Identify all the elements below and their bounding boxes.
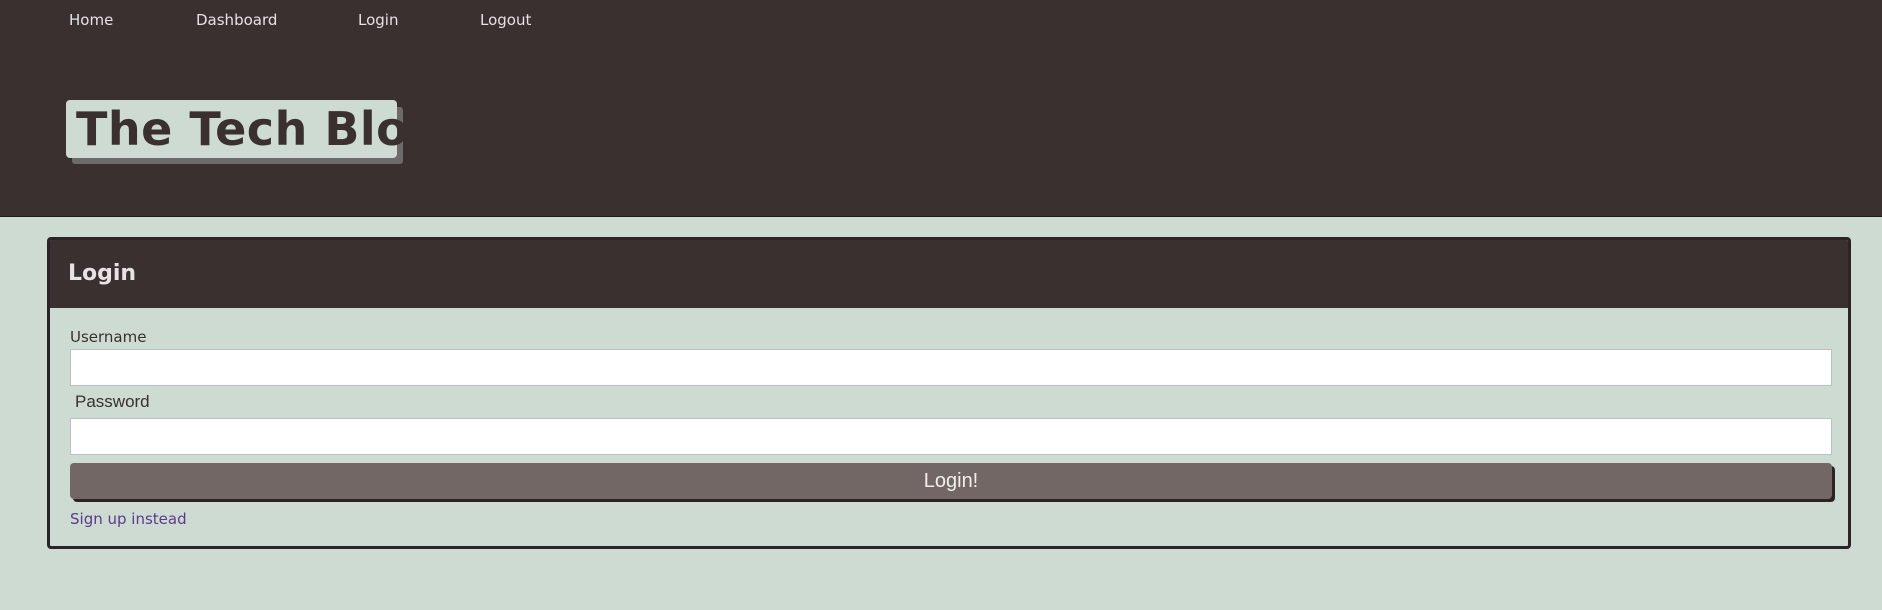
password-input[interactable]: [70, 418, 1832, 455]
username-input[interactable]: [70, 349, 1832, 386]
login-submit-button[interactable]: Login!: [70, 463, 1832, 499]
nav-home-link[interactable]: Home: [69, 11, 113, 29]
top-nav: Home Dashboard Login Logout: [0, 0, 700, 40]
nav-dashboard-link[interactable]: Dashboard: [196, 11, 277, 29]
site-header: Home Dashboard Login Logout The Tech Blo…: [0, 0, 1882, 217]
password-label: Password: [75, 392, 150, 411]
login-card-title: Login: [50, 240, 1848, 308]
login-card: Login Username Password Login! Sign up i…: [47, 237, 1851, 549]
username-label: Username: [70, 328, 147, 346]
site-title: The Tech Blog: [66, 100, 441, 158]
nav-logout-link[interactable]: Logout: [480, 11, 531, 29]
nav-login-link[interactable]: Login: [358, 11, 398, 29]
signup-link[interactable]: Sign up instead: [70, 510, 187, 528]
